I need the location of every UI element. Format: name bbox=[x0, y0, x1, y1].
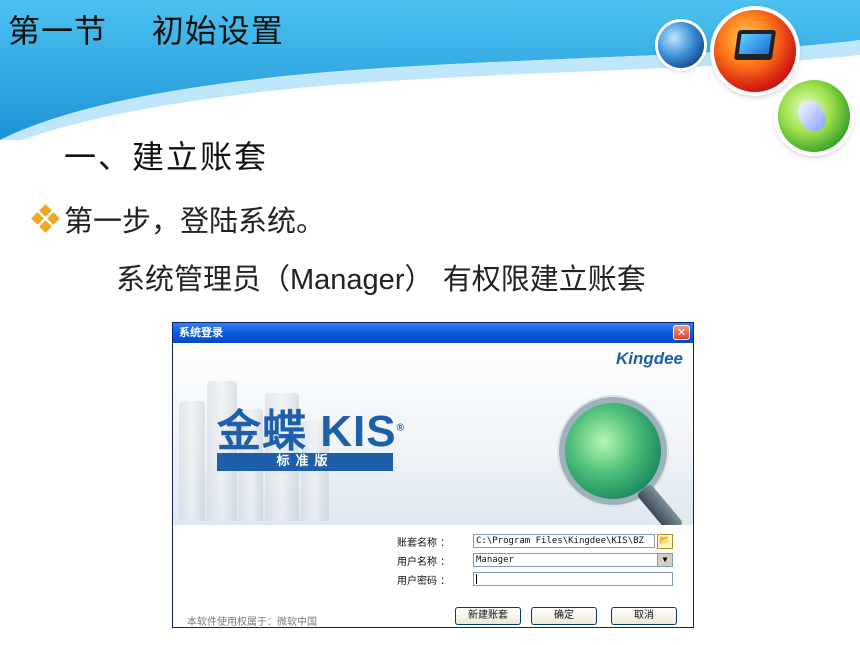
registered-mark: ® bbox=[396, 422, 405, 434]
product-banner: Kingdee 金蝶 KIS® 标准版 bbox=[173, 343, 693, 525]
browse-folder-button[interactable]: 📂 bbox=[657, 533, 673, 549]
diamond-bullet-icon bbox=[31, 204, 60, 233]
magnifier-handle bbox=[636, 483, 684, 525]
header-band: 第一节 初始设置 bbox=[0, 0, 860, 140]
bullet-text: 第一步，登陆系统。 bbox=[64, 204, 326, 238]
user-select[interactable]: Manager ▼ bbox=[473, 553, 673, 567]
new-account-button[interactable]: 新建账套 bbox=[455, 607, 521, 625]
line-prefix: 系统管理员（ bbox=[116, 262, 291, 296]
text-caret bbox=[476, 573, 477, 584]
license-note: 本软件使用权属于：微软中国 bbox=[187, 617, 317, 628]
password-field[interactable] bbox=[473, 572, 673, 586]
ok-button[interactable]: 确定 bbox=[531, 607, 597, 625]
kingdee-logo: Kingdee bbox=[615, 349, 683, 368]
globe-icon bbox=[658, 22, 704, 68]
edition-label: 标准版 bbox=[217, 453, 393, 471]
password-label: 用户密码 ： bbox=[397, 575, 451, 587]
line-suffix: ） 有权限建立账套 bbox=[404, 262, 646, 296]
monitor-icon bbox=[733, 30, 777, 60]
login-form: 账套名称 ： C:\Program Files\Kingdee\KIS\BZ 📂… bbox=[173, 525, 693, 628]
bullet-step-one: 第一步，登陆系统。 bbox=[31, 198, 326, 240]
product-name-text: 金蝶 KIS bbox=[217, 407, 397, 456]
cancel-button[interactable]: 取消 bbox=[611, 607, 677, 625]
account-row: 账套名称 ： C:\Program Files\Kingdee\KIS\BZ 📂 bbox=[397, 533, 673, 549]
dialog-title: 系统登录 bbox=[179, 326, 223, 339]
login-dialog: 系统登录 ✕ Kingdee 金蝶 KIS® 标准版 账套名称 ： C:\Pro… bbox=[172, 322, 694, 628]
line-manager: Manager bbox=[290, 264, 405, 296]
user-label: 用户名称 ： bbox=[397, 556, 451, 568]
account-path-field[interactable]: C:\Program Files\Kingdee\KIS\BZ bbox=[473, 534, 655, 548]
user-row: 用户名称 ： Manager ▼ bbox=[397, 552, 673, 568]
account-label: 账套名称 ： bbox=[397, 537, 451, 549]
product-name: 金蝶 KIS® bbox=[217, 395, 405, 459]
slide-title: 第一节 初始设置 bbox=[8, 12, 284, 50]
manager-permission-line: 系统管理员（Manager） 有权限建立账套 bbox=[116, 256, 646, 298]
dialog-titlebar[interactable]: 系统登录 ✕ bbox=[173, 323, 693, 343]
close-button[interactable]: ✕ bbox=[673, 325, 690, 340]
password-row: 用户密码 ： bbox=[397, 571, 673, 587]
chevron-down-icon[interactable]: ▼ bbox=[657, 554, 672, 566]
user-select-value: Manager bbox=[476, 555, 514, 565]
section-heading: 一、建立账套 bbox=[64, 138, 269, 176]
